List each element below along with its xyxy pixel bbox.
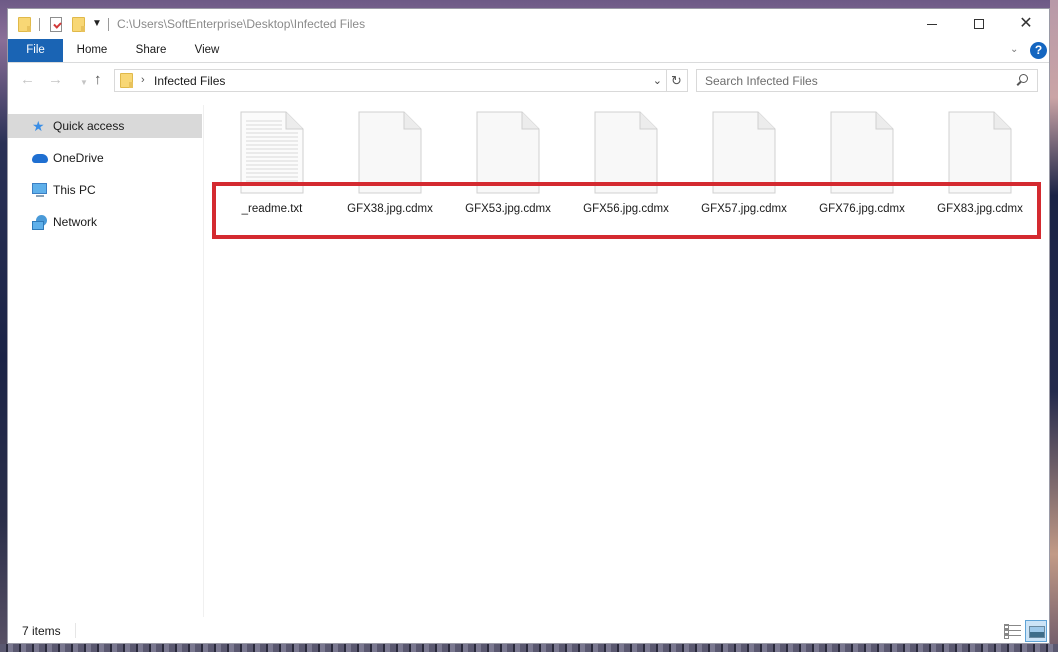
- navigation-bar: ← → ▼ ↑ › Infected Files ⌄ ↻ Search Infe…: [8, 67, 1049, 95]
- sidebar-item-network[interactable]: Network: [8, 210, 202, 234]
- title-bar: ▼ C:\Users\SoftEnterprise\Desktop\Infect…: [8, 9, 1049, 39]
- tab-file[interactable]: File: [8, 39, 63, 62]
- quick-access-separator: [108, 18, 109, 31]
- breadcrumb-chevron-icon[interactable]: ›: [141, 74, 145, 86]
- maximize-button[interactable]: [956, 9, 1002, 39]
- forward-button[interactable]: →: [48, 72, 63, 87]
- item-count: 7 items: [22, 624, 61, 638]
- address-bar[interactable]: › Infected Files ⌄: [114, 69, 667, 92]
- up-button[interactable]: ↑: [94, 72, 102, 87]
- tab-share[interactable]: Share: [129, 39, 173, 62]
- status-separator: [75, 623, 76, 638]
- tab-home[interactable]: Home: [70, 39, 114, 62]
- help-icon[interactable]: ?: [1030, 42, 1047, 59]
- tab-view[interactable]: View: [185, 39, 229, 62]
- close-button[interactable]: ✕: [1003, 9, 1049, 39]
- sidebar-item-label: Network: [53, 215, 98, 229]
- sidebar-item-label: This PC: [53, 183, 96, 197]
- sidebar-item-this-pc[interactable]: This PC: [8, 178, 202, 202]
- back-button[interactable]: ←: [20, 72, 35, 87]
- highlight-annotation-box: [212, 182, 1041, 239]
- quick-access-separator: [39, 18, 40, 31]
- properties-icon[interactable]: [50, 17, 62, 32]
- sidebar-item-label: OneDrive: [53, 151, 104, 165]
- new-folder-icon[interactable]: [72, 17, 85, 32]
- file-explorer-window: ▼ C:\Users\SoftEnterprise\Desktop\Infect…: [7, 8, 1050, 644]
- status-bar: 7 items: [8, 619, 1049, 643]
- star-icon: ★: [32, 118, 45, 134]
- refresh-button[interactable]: ↻: [666, 69, 688, 92]
- search-placeholder: Search Infected Files: [705, 74, 818, 88]
- window-title-path: C:\Users\SoftEnterprise\Desktop\Infected…: [117, 17, 366, 31]
- sidebar-item-onedrive[interactable]: OneDrive: [8, 146, 202, 170]
- desktop-background-bottom: [0, 644, 1058, 652]
- sidebar-item-quick-access[interactable]: ★ Quick access: [8, 114, 202, 138]
- computer-icon: [32, 183, 47, 197]
- folder-icon: [120, 73, 133, 88]
- network-icon: [32, 215, 47, 230]
- minimize-button[interactable]: [909, 9, 955, 39]
- minimize-icon: [927, 23, 937, 25]
- breadcrumb-current-folder[interactable]: Infected Files: [154, 74, 225, 88]
- search-input[interactable]: Search Infected Files: [696, 69, 1038, 92]
- desktop-background-right: [1050, 0, 1058, 652]
- cloud-icon: [32, 154, 48, 163]
- ribbon-tabs: File Home Share View ⌄ ?: [8, 39, 1049, 63]
- large-icons-view-icon[interactable]: [1025, 620, 1047, 642]
- details-view-icon[interactable]: [1004, 624, 1021, 639]
- recent-locations-chevron-icon[interactable]: ▼: [80, 75, 88, 90]
- search-icon[interactable]: [1017, 74, 1028, 87]
- maximize-icon: [974, 19, 984, 29]
- close-icon: ✕: [1019, 15, 1033, 32]
- customize-quick-access-dropdown-icon[interactable]: ▼: [92, 18, 102, 30]
- expand-ribbon-chevron-icon[interactable]: ⌄: [1010, 44, 1018, 55]
- sidebar-item-label: Quick access: [53, 119, 125, 133]
- navigation-pane: ★ Quick access OneDrive This PC Network: [8, 105, 204, 617]
- address-dropdown-chevron-icon[interactable]: ⌄: [653, 74, 662, 87]
- folder-icon[interactable]: [18, 17, 31, 32]
